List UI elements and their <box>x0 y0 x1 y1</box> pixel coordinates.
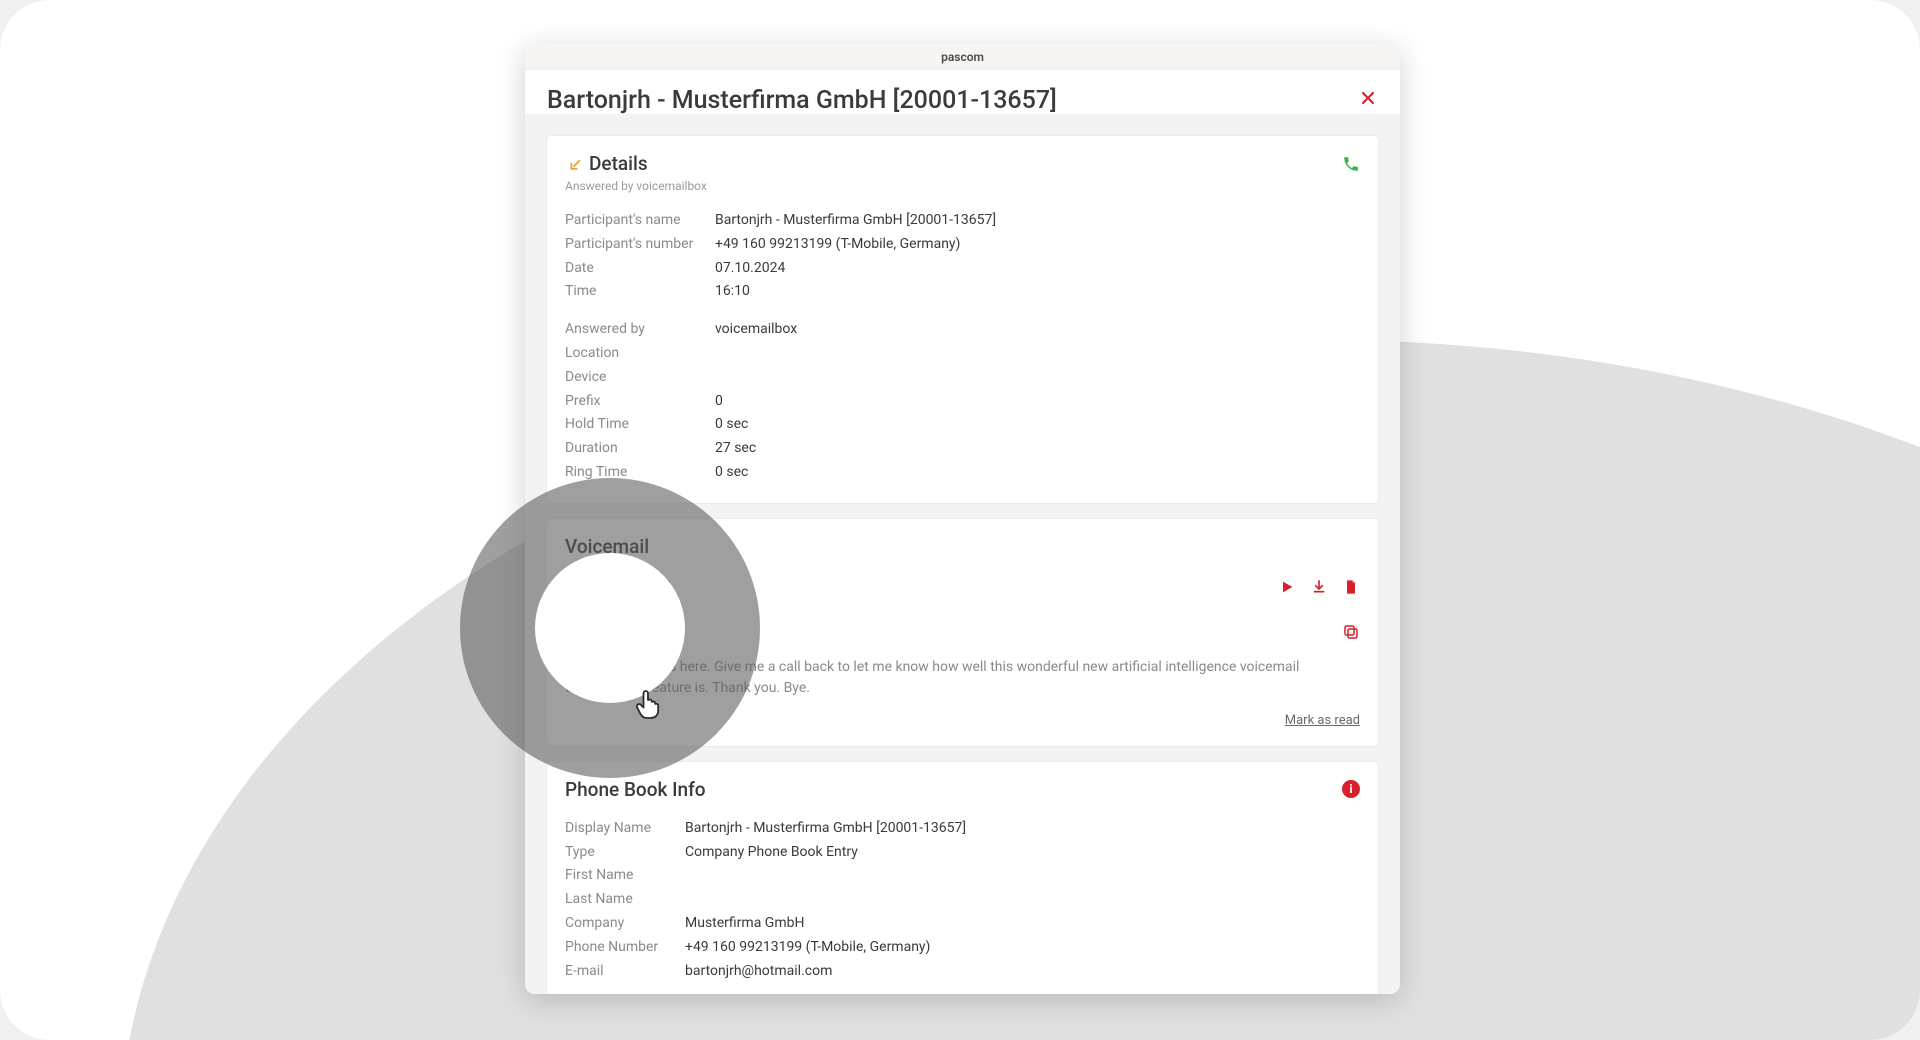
details-value: Bartonjrh - Musterfirma GmbH [20001-1365… <box>715 209 996 233</box>
details-label: Participant's number <box>565 233 715 257</box>
details-row: Time16:10 <box>565 280 1360 304</box>
phonebook-value: +49 160 99213199 (T-Mobile, Germany) <box>685 936 930 960</box>
app-window: pascom Bartonjrh - Musterfirma GmbH [200… <box>525 44 1400 994</box>
phonebook-value: Musterfirma GmbH <box>685 912 804 936</box>
phonebook-label: E-mail <box>565 960 685 984</box>
details-row: Participant's nameBartonjrh - Musterfirm… <box>565 209 1360 233</box>
phonebook-row: E-mailbartonjrh@hotmail.com <box>565 960 1360 984</box>
details-value: +49 160 99213199 (T-Mobile, Germany) <box>715 233 960 257</box>
transcription-title: Transcription <box>565 622 672 643</box>
details-row: Hold Time0 sec <box>565 413 1360 437</box>
phonebook-value: bartonjrh@hotmail.com <box>685 960 832 984</box>
details-subtitle: Answered by voicemailbox <box>565 179 1360 193</box>
mark-read-row: Mark as read <box>565 709 1360 728</box>
transcription-text: Hi, James. James here. Give me a call ba… <box>565 657 1360 699</box>
download-button[interactable] <box>1310 578 1328 596</box>
details-value: 0 sec <box>715 413 748 437</box>
details-label: Location <box>565 342 715 366</box>
page-title: Bartonjrh - Musterfirma GmbH [20001-1365… <box>547 86 1057 115</box>
phonebook-row: Display NameBartonjrh - Musterfirma GmbH… <box>565 817 1360 841</box>
details-title-text: Details <box>589 152 648 175</box>
details-row: Duration27 sec <box>565 437 1360 461</box>
phonebook-header: Phone Book Info i <box>565 778 1360 801</box>
details-label: Time <box>565 280 715 304</box>
details-value: 07.10.2024 <box>715 257 785 281</box>
app-title: pascom <box>941 50 984 64</box>
phonebook-card: Phone Book Info i Display NameBartonjrh … <box>547 762 1378 994</box>
transcription-header: Transcription <box>565 622 1360 643</box>
details-arrow-icon <box>565 155 583 173</box>
details-label: Participant's name <box>565 209 715 233</box>
details-label: Hold Time <box>565 413 715 437</box>
titlebar: pascom <box>525 44 1400 70</box>
call-button[interactable] <box>1342 155 1360 173</box>
phonebook-row: First Name <box>565 864 1360 888</box>
phonebook-label: Last Name <box>565 888 685 912</box>
voicemail-duration: Duration (14 sec) <box>565 579 672 595</box>
phonebook-label: Type <box>565 841 685 865</box>
phonebook-row: CompanyMusterfirma GmbH <box>565 912 1360 936</box>
details-label: Ring Time <box>565 461 715 485</box>
phonebook-row: Last Name <box>565 888 1360 912</box>
phonebook-row: TypeCompany Phone Book Entry <box>565 841 1360 865</box>
details-value: voicemailbox <box>715 318 797 342</box>
details-label: Prefix <box>565 390 715 414</box>
phonebook-label: Company <box>565 912 685 936</box>
details-card-header: Details <box>565 152 1360 175</box>
details-label: Answered by <box>565 318 715 342</box>
details-value: 16:10 <box>715 280 750 304</box>
details-row: Participant's number+49 160 99213199 (T-… <box>565 233 1360 257</box>
details-label: Device <box>565 366 715 390</box>
phonebook-title: Phone Book Info <box>565 778 706 801</box>
phonebook-label: Display Name <box>565 817 685 841</box>
details-label: Duration <box>565 437 715 461</box>
voicemail-actions <box>1278 578 1360 596</box>
details-row: Prefix0 <box>565 390 1360 414</box>
details-grid-2: Answered byvoicemailboxLocationDevicePre… <box>565 318 1360 485</box>
play-button[interactable] <box>1278 578 1296 596</box>
phonebook-value: Bartonjrh - Musterfirma GmbH [20001-1365… <box>685 817 966 841</box>
phonebook-label: Phone Number <box>565 936 685 960</box>
mark-as-read-link[interactable]: Mark as read <box>1285 713 1360 728</box>
details-row: Location <box>565 342 1360 366</box>
phonebook-value: Company Phone Book Entry <box>685 841 858 865</box>
details-grid-1: Participant's nameBartonjrh - Musterfirm… <box>565 209 1360 304</box>
voicemail-duration-row: Duration (14 sec) <box>565 578 1360 596</box>
details-row: Ring Time0 sec <box>565 461 1360 485</box>
details-value: 27 sec <box>715 437 756 461</box>
content-area[interactable]: Details Answered by voicemailbox Partici… <box>525 114 1400 994</box>
close-icon[interactable] <box>1358 88 1378 114</box>
details-row: Device <box>565 366 1360 390</box>
phonebook-grid: Display NameBartonjrh - Musterfirma GmbH… <box>565 817 1360 984</box>
phonebook-row: Phone Number+49 160 99213199 (T-Mobile, … <box>565 936 1360 960</box>
copy-button[interactable] <box>1342 623 1360 641</box>
details-row: Answered byvoicemailbox <box>565 318 1360 342</box>
info-button[interactable]: i <box>1342 780 1360 798</box>
details-value: 0 <box>715 390 723 414</box>
details-value: 0 sec <box>715 461 748 485</box>
details-row: Date07.10.2024 <box>565 257 1360 281</box>
document-button[interactable] <box>1342 578 1360 596</box>
details-title: Details <box>565 152 648 175</box>
details-card: Details Answered by voicemailbox Partici… <box>547 136 1378 503</box>
voicemail-card: Voicemail Duration (14 sec) <box>547 519 1378 746</box>
phonebook-label: First Name <box>565 864 685 888</box>
details-label: Date <box>565 257 715 281</box>
voicemail-title: Voicemail <box>565 535 1360 558</box>
outer-frame: pascom Bartonjrh - Musterfirma GmbH [200… <box>0 0 1920 1040</box>
